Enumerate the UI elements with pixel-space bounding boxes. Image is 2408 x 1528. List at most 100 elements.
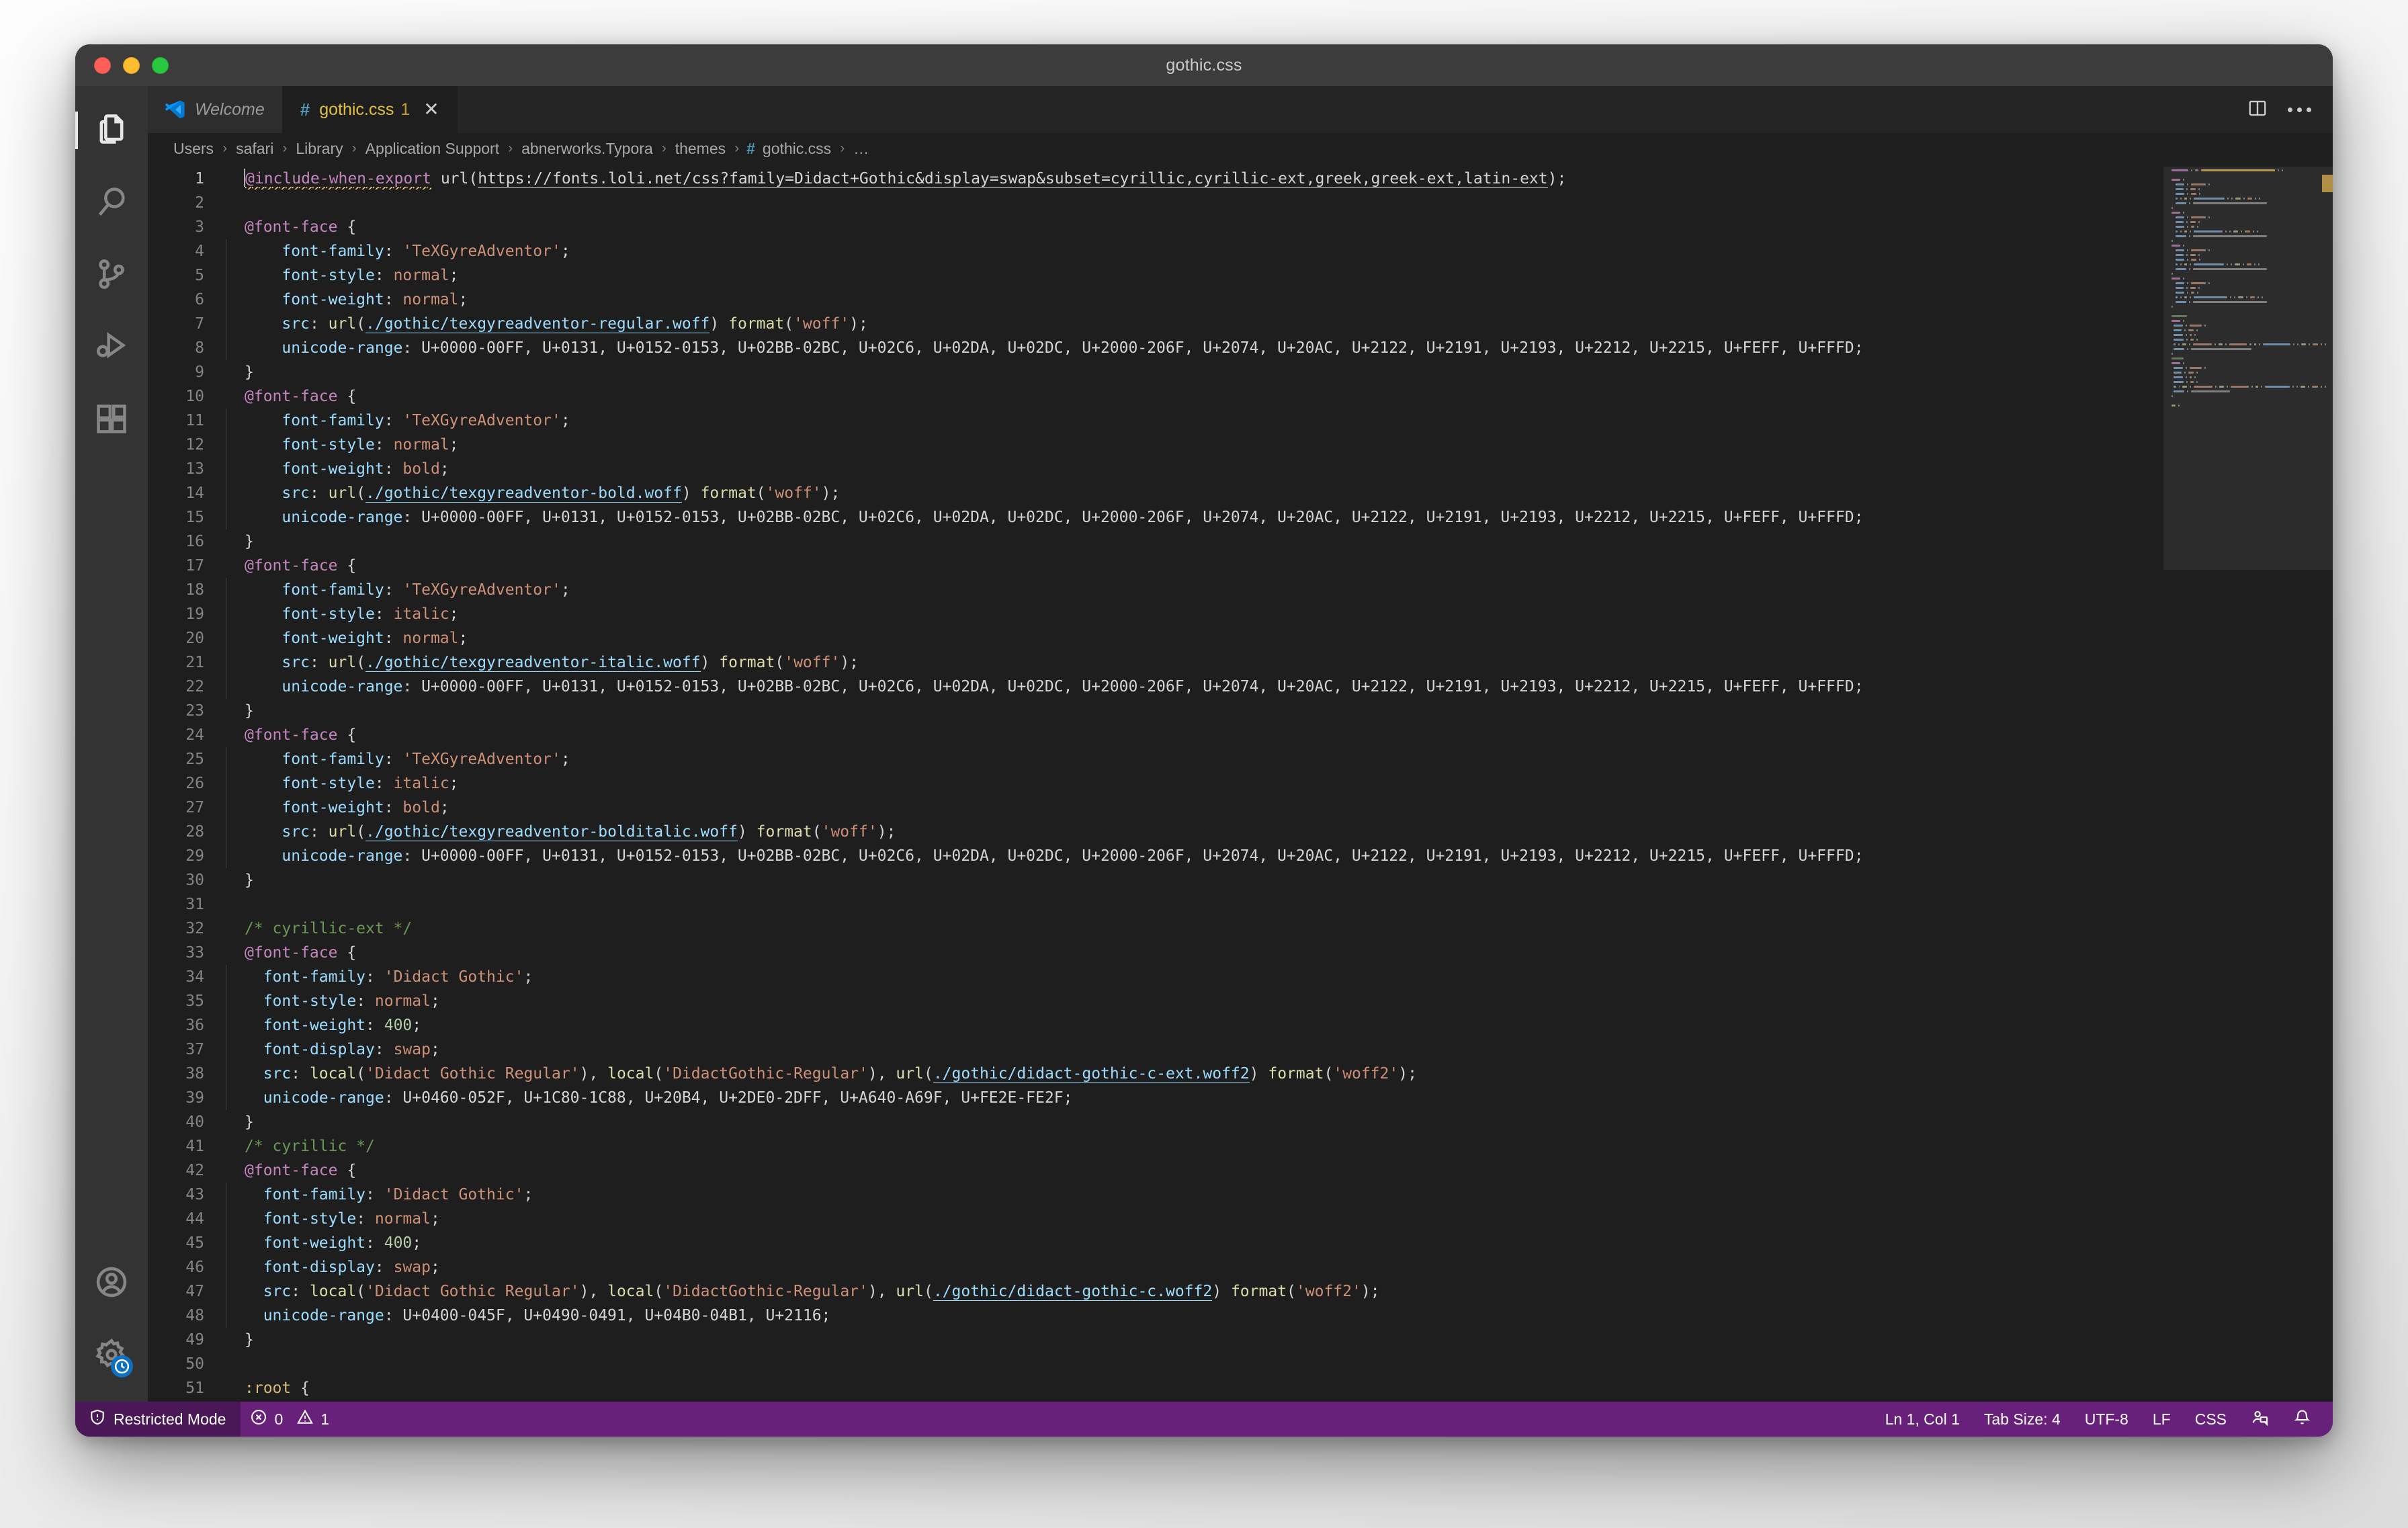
code-line[interactable]: 26 font-style: italic; [148,771,2163,796]
bell-icon[interactable] [2281,1408,2323,1431]
code-line[interactable]: 17 @font-face { [148,554,2163,578]
code-line[interactable]: 19 font-style: italic; [148,602,2163,626]
code-token: unicode-range [263,1307,384,1324]
code-line[interactable]: 3 @font-face { [148,215,2163,239]
tab-welcome[interactable]: Welcome [148,86,283,133]
code-token[interactable]: ./gothic/texgyreadventor-bolditalic.woff [366,823,738,841]
scrollbar-overview-ruler[interactable] [2321,164,2333,1402]
code-line[interactable]: 11 font-family: 'TeXGyreAdventor'; [148,409,2163,433]
code-token[interactable]: ./gothic/texgyreadventor-regular.woff [366,315,710,333]
breadcrumb-item-users[interactable]: Users [172,140,215,158]
code-line[interactable]: 7 src: url(./gothic/texgyreadventor-regu… [148,312,2163,336]
code-line[interactable]: 14 src: url(./gothic/texgyreadventor-bol… [148,481,2163,505]
status-problems[interactable]: 0 1 [241,1402,339,1437]
code-line[interactable]: 48 unicode-range: U+0400-045F, U+0490-04… [148,1304,2163,1328]
code-line[interactable]: 51:root { [148,1376,2163,1400]
breadcrumb-item-file[interactable]: gothic.css [761,140,832,158]
code-line[interactable]: 30} [148,868,2163,892]
sidebar-item-extensions[interactable] [75,384,148,457]
live-share-icon[interactable] [2239,1408,2281,1431]
line-content: } [218,360,2163,384]
code-line[interactable]: 23} [148,699,2163,723]
status-encoding[interactable]: UTF-8 [2073,1410,2141,1429]
split-editor-icon[interactable] [2247,98,2268,122]
code-line[interactable]: 35 font-style: normal; [148,989,2163,1013]
code-line[interactable]: 40} [148,1110,2163,1134]
code-line[interactable]: 37 font-display: swap; [148,1037,2163,1062]
sidebar-item-explorer[interactable] [75,94,148,167]
breadcrumb-item-safari[interactable]: safari [234,140,275,158]
code-line[interactable]: 22 unicode-range: U+0000-00FF, U+0131, U… [148,675,2163,699]
code-line[interactable]: 47 src: local('Didact Gothic Regular'), … [148,1279,2163,1304]
accounts-button[interactable] [75,1247,148,1320]
code-line[interactable]: 1 @include-when-export url(https://fonts.… [148,167,2163,192]
code-token[interactable]: ./gothic/texgyreadventor-italic.woff [366,654,701,672]
code-line[interactable]: 45 font-weight: 400; [148,1231,2163,1255]
code-token[interactable]: ./gothic/didact-gothic-c.woff2 [933,1283,1213,1301]
code-line[interactable]: 4 font-family: 'TeXGyreAdventor'; [148,239,2163,263]
sidebar-item-source-control[interactable] [75,239,148,312]
breadcrumb-item-symbol-overflow[interactable]: … [852,140,870,158]
breadcrumb-item-abnerworks-typora[interactable]: abnerworks.Typora [520,140,654,158]
code-line[interactable]: 8 unicode-range: U+0000-00FF, U+0131, U+… [148,336,2163,360]
code-line[interactable]: 43 font-family: 'Didact Gothic'; [148,1183,2163,1207]
code-line[interactable]: 25 font-family: 'TeXGyreAdventor'; [148,747,2163,771]
code-token[interactable]: ./gothic/didact-gothic-c-ext.woff2 [933,1065,1250,1083]
breadcrumb-item-library[interactable]: Library [294,140,344,158]
more-actions-icon[interactable] [2288,107,2311,112]
code-token[interactable]: ./gothic/texgyreadventor-bold.woff [366,484,682,503]
close-icon[interactable]: ✕ [423,100,439,119]
sidebar-item-run-and-debug[interactable] [75,312,148,384]
code-line[interactable]: 33 @font-face { [148,941,2163,965]
code-line[interactable]: 31 [148,892,2163,917]
breadcrumb-item-themes[interactable]: themes [674,140,727,158]
status-language-mode[interactable]: CSS [2183,1410,2239,1429]
tab-gothic-css[interactable]: # gothic.css 1 ✕ [282,86,458,133]
code-editor[interactable]: 1 @include-when-export url(https://fonts.… [148,164,2163,1402]
code-line[interactable]: 38 src: local('Didact Gothic Regular'), … [148,1062,2163,1086]
code-line[interactable]: 50 [148,1352,2163,1376]
code-line[interactable]: 49} [148,1328,2163,1352]
code-line[interactable]: 46 font-display: swap; [148,1255,2163,1279]
code-line[interactable]: 5 font-style: normal; [148,263,2163,288]
code-token[interactable]: https://fonts.loli.net/css?family=Didact… [478,170,1548,188]
minimize-window-button[interactable] [123,56,140,74]
code-token: bold [402,799,440,816]
code-line[interactable]: 28 src: url(./gothic/texgyreadventor-bol… [148,820,2163,844]
line-content: font-weight: 400; [218,1231,2163,1255]
close-window-button[interactable] [94,56,111,74]
code-line[interactable]: 29 unicode-range: U+0000-00FF, U+0131, U… [148,844,2163,868]
manage-settings-button[interactable] [75,1320,148,1392]
status-tab-size[interactable]: Tab Size: 4 [1972,1410,2073,1429]
code-line[interactable]: 20 font-weight: normal; [148,626,2163,650]
code-line[interactable]: 2 [148,191,2163,215]
minimap-slider[interactable] [2163,167,2333,570]
code-line[interactable]: 10 @font-face { [148,384,2163,409]
line-content: @font-face { [218,215,2163,239]
code-line[interactable]: 41 /* cyrillic */ [148,1134,2163,1158]
source-control-icon [94,257,129,295]
code-line[interactable]: 18 font-family: 'TeXGyreAdventor'; [148,578,2163,602]
status-restricted-mode[interactable]: Restricted Mode [75,1402,241,1437]
code-line[interactable]: 39 unicode-range: U+0460-052F, U+1C80-1C… [148,1086,2163,1110]
code-line[interactable]: 6 font-weight: normal; [148,288,2163,312]
code-line[interactable]: 13 font-weight: bold; [148,457,2163,481]
code-line[interactable]: 9} [148,360,2163,384]
code-line[interactable]: 34 font-family: 'Didact Gothic'; [148,965,2163,989]
code-line[interactable]: 15 unicode-range: U+0000-00FF, U+0131, U… [148,505,2163,529]
code-line[interactable]: 27 font-weight: bold; [148,796,2163,820]
code-line[interactable]: 21 src: url(./gothic/texgyreadventor-ita… [148,650,2163,675]
maximize-window-button[interactable] [152,56,169,74]
sidebar-item-search[interactable] [75,167,148,239]
breadcrumb-item-application-support[interactable]: Application Support [364,140,501,158]
minimap[interactable] [2163,164,2333,1402]
status-cursor-position[interactable]: Ln 1, Col 1 [1873,1410,1972,1429]
code-line[interactable]: 16} [148,529,2163,554]
code-line[interactable]: 42 @font-face { [148,1158,2163,1183]
code-line[interactable]: 24 @font-face { [148,723,2163,747]
code-line[interactable]: 44 font-style: normal; [148,1207,2163,1231]
code-line[interactable]: 36 font-weight: 400; [148,1013,2163,1037]
code-line[interactable]: 12 font-style: normal; [148,433,2163,457]
code-line[interactable]: 32 /* cyrillic-ext */ [148,917,2163,941]
status-eol[interactable]: LF [2141,1410,2183,1429]
